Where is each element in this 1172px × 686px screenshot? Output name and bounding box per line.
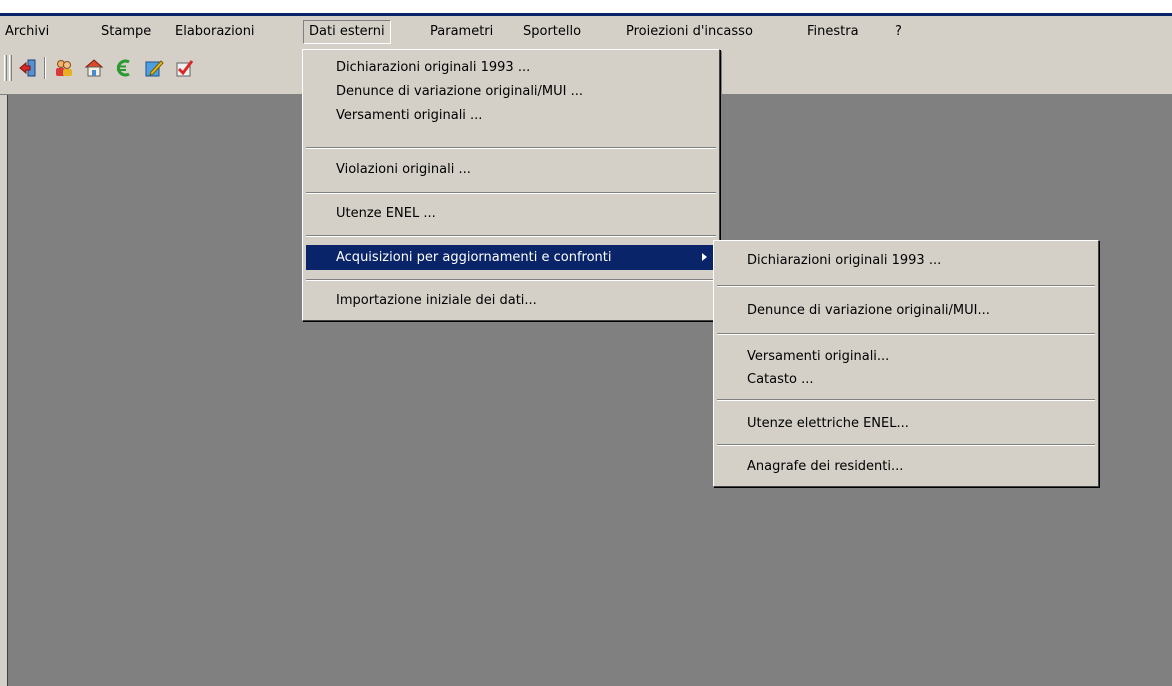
menu-separator	[306, 192, 716, 194]
menu-proiezioni-dincasso[interactable]: Proiezioni d'incasso	[621, 20, 758, 44]
menu-item-importazione-iniziale[interactable]: Importazione iniziale dei dati...	[306, 289, 716, 313]
menu-item-versamenti-originali[interactable]: Versamenti originali ...	[306, 104, 716, 128]
dati-esterni-menu: Dichiarazioni originali 1993 ... Denunce…	[302, 49, 720, 321]
menu-help[interactable]: ?	[890, 20, 907, 44]
menu-item-acquisizioni[interactable]: Acquisizioni per aggiornamenti e confron…	[306, 245, 716, 270]
menu-separator	[717, 399, 1095, 401]
window-left-border	[0, 95, 8, 686]
check-icon	[176, 60, 194, 77]
menu-parametri[interactable]: Parametri	[425, 20, 498, 44]
menu-separator	[306, 279, 716, 281]
house-button[interactable]	[82, 55, 106, 81]
toolbar-grip[interactable]	[4, 55, 7, 81]
people-icon	[56, 60, 72, 76]
submenu-item-versamenti-originali[interactable]: Versamenti originali...	[717, 345, 1095, 369]
menu-separator	[717, 285, 1095, 287]
menu-separator	[306, 235, 716, 237]
menu-finestra[interactable]: Finestra	[802, 20, 864, 44]
menu-archivi[interactable]: Archivi	[0, 20, 54, 44]
acquisizioni-submenu: Dichiarazioni originali 1993 ... Denunce…	[713, 240, 1099, 487]
menu-stampe[interactable]: Stampe	[96, 20, 156, 44]
submenu-item-denunce-variazione[interactable]: Denunce di variazione originali/MUI...	[717, 299, 1095, 323]
menu-sportello[interactable]: Sportello	[518, 20, 586, 44]
menu-item-utenze-enel[interactable]: Utenze ENEL ...	[306, 202, 716, 226]
menu-bar: Archivi Stampe Elaborazioni Dati esterni…	[0, 16, 1172, 49]
submenu-arrow-icon	[702, 253, 707, 261]
menu-item-denunce-variazione[interactable]: Denunce di variazione originali/MUI ...	[306, 80, 716, 104]
menu-dati-esterni[interactable]: Dati esterni	[303, 20, 391, 44]
edit-button[interactable]	[142, 55, 166, 81]
submenu-item-utenze-elettriche-enel[interactable]: Utenze elettriche ENEL...	[717, 412, 1095, 436]
exit-icon	[19, 59, 36, 77]
menu-separator	[717, 444, 1095, 446]
menu-item-violazioni-originali[interactable]: Violazioni originali ...	[306, 158, 716, 182]
submenu-item-catasto[interactable]: Catasto ...	[717, 368, 1095, 392]
people-button[interactable]	[52, 55, 76, 81]
edit-icon	[145, 60, 164, 77]
toolbar-grip[interactable]	[9, 55, 12, 81]
menu-elaborazioni[interactable]: Elaborazioni	[170, 20, 260, 44]
submenu-item-dichiarazioni-originali-1993[interactable]: Dichiarazioni originali 1993 ...	[717, 249, 1095, 273]
menu-separator	[306, 147, 716, 149]
window-top-strip	[0, 0, 1172, 14]
menu-item-dichiarazioni-originali-1993[interactable]: Dichiarazioni originali 1993 ...	[306, 56, 716, 80]
exit-button[interactable]	[16, 55, 40, 81]
house-icon	[84, 59, 104, 77]
menu-item-label: Acquisizioni per aggiornamenti e confron…	[336, 250, 612, 265]
toolbar-separator	[44, 57, 46, 79]
euro-icon	[116, 59, 130, 77]
check-button[interactable]	[172, 55, 196, 81]
submenu-item-anagrafe-residenti[interactable]: Anagrafe dei residenti...	[717, 455, 1095, 479]
menu-separator	[717, 333, 1095, 335]
euro-button[interactable]	[112, 55, 136, 81]
